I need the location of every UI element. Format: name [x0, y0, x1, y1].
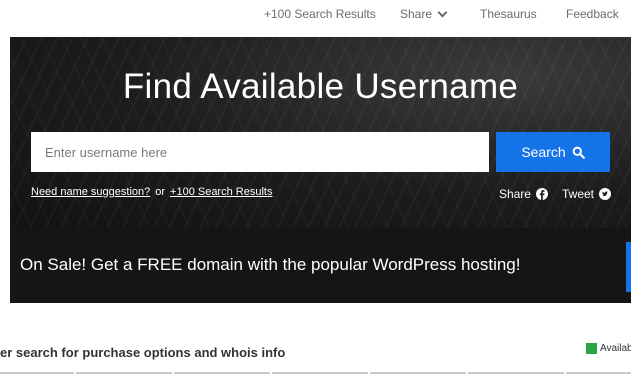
- nav-share-label: Share: [400, 7, 433, 21]
- twitter-icon[interactable]: [599, 188, 611, 200]
- name-suggestion-link[interactable]: Need name suggestion?: [31, 186, 150, 198]
- results-table-header: [0, 372, 631, 377]
- page-title: Find Available Username: [122, 67, 519, 106]
- table-column-divider: [76, 372, 172, 374]
- or-text: or: [155, 186, 166, 198]
- chevron-down-icon: [437, 7, 448, 18]
- available-swatch: [586, 343, 597, 354]
- tweet-label[interactable]: Tweet: [562, 187, 594, 201]
- promo-banner[interactable]: On Sale! Get a FREE domain with the popu…: [10, 228, 631, 303]
- table-column-divider: [370, 372, 466, 374]
- facebook-icon[interactable]: [535, 188, 548, 200]
- search-results-link[interactable]: +100 Search Results: [170, 186, 272, 198]
- table-column-divider: [566, 372, 631, 374]
- search-button[interactable]: Search: [496, 132, 610, 172]
- search-button-label: Search: [521, 144, 566, 160]
- table-column-divider: [174, 372, 270, 374]
- nav-thesaurus-link[interactable]: Thesaurus: [480, 7, 537, 21]
- table-column-divider: [468, 372, 564, 374]
- nav-feedback-link[interactable]: Feedback: [566, 7, 619, 21]
- promo-text[interactable]: On Sale! Get a FREE domain with the popu…: [20, 255, 521, 275]
- available-legend-label: Availab: [600, 343, 631, 354]
- social-share-row: Share Tweet: [499, 187, 611, 201]
- username-search-input[interactable]: [31, 132, 489, 172]
- results-heading: er search for purchase options and whois…: [0, 345, 286, 360]
- nav-search-results-link[interactable]: +100 Search Results: [264, 7, 376, 21]
- hero-banner: Find Available Username Search Need name…: [10, 37, 631, 228]
- table-column-divider: [0, 372, 74, 374]
- table-column-divider: [272, 372, 368, 374]
- availability-legend: Availab: [586, 343, 631, 354]
- hero-links: Need name suggestion? or +100 Search Resul…: [31, 186, 272, 198]
- top-navigation: +100 Search Results Share Thesaurus Feed…: [0, 0, 631, 30]
- promo-accent-bar: [626, 242, 631, 292]
- search-icon: [572, 146, 585, 159]
- nav-share-dropdown[interactable]: Share: [400, 7, 448, 21]
- share-facebook-label[interactable]: Share: [499, 187, 531, 201]
